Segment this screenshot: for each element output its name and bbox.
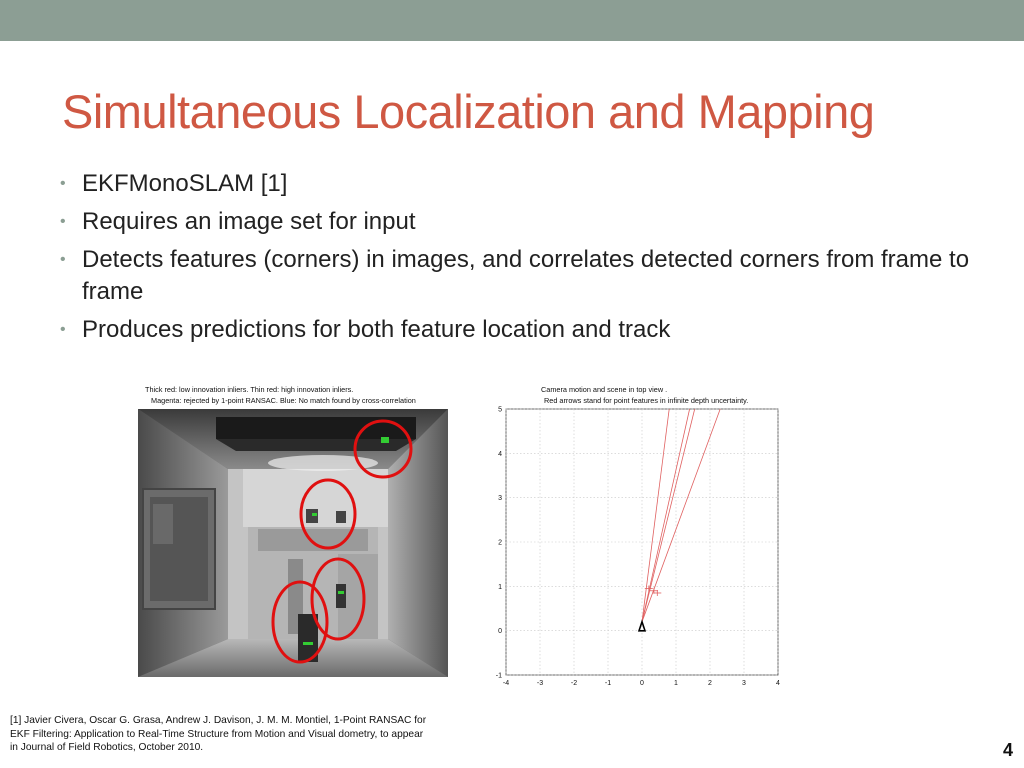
- y-tick-label: 0: [498, 628, 502, 635]
- bullet-list: • EKFMonoSLAM [1] • Requires an image set …: [60, 168, 980, 352]
- bullet-icon: •: [60, 251, 66, 268]
- top-view-plot: -4 -3 -2 -1 0 1 2 3 4 -1 0 1 2 3 4 5: [496, 407, 780, 688]
- bullet-icon: •: [60, 213, 66, 230]
- page-number: 4: [1002, 740, 1013, 760]
- y-tick-label: -1: [496, 673, 502, 680]
- x-tick-label: 3: [742, 680, 746, 687]
- x-tick-label: 2: [708, 680, 712, 687]
- x-tick-label: -1: [605, 680, 611, 687]
- bullet-text: Requires an image set for input: [82, 208, 416, 235]
- bullet-item: • Produces predictions for both feature l…: [60, 314, 980, 346]
- corridor-photo: [138, 409, 448, 677]
- top-view-caption: Camera motion and scene in top view . Re…: [541, 384, 748, 406]
- y-tick-label: 3: [498, 495, 502, 502]
- caption-line: Camera motion and scene in top view .: [541, 385, 668, 394]
- x-tick-label: -3: [537, 680, 543, 687]
- caption-line: Red arrows stand for point features in i…: [544, 396, 749, 405]
- footnote-citation: [1] Javier Civera, Oscar G. Grasa, Andre…: [10, 715, 427, 753]
- x-tick-label: 0: [640, 680, 644, 687]
- header-bar: [0, 0, 1024, 41]
- y-tick-label: 2: [498, 540, 502, 547]
- x-tick-label: 4: [776, 680, 780, 687]
- bullet-item: • Detects features (corners) in images, a…: [60, 244, 980, 308]
- slide-title: Simultaneous Localization and Mapping: [62, 85, 875, 138]
- y-tick-label: 1: [498, 584, 502, 591]
- caption-line: Thick red: low innovation inliers. Thin …: [145, 385, 354, 394]
- figure-panel: Thick red: low innovation inliers. Thin …: [103, 372, 828, 708]
- y-tick-label: 4: [498, 451, 502, 458]
- x-tick-label: -4: [503, 680, 509, 687]
- bullet-icon: •: [60, 175, 66, 192]
- camera-frame-caption: Thick red: low innovation inliers. Thin …: [145, 384, 416, 406]
- bullet-icon: •: [60, 321, 66, 338]
- bullet-item: • Requires an image set for input: [60, 206, 980, 238]
- x-tick-label: 1: [674, 680, 678, 687]
- y-tick-label: 5: [498, 407, 502, 414]
- top-view-figure: -4 -3 -2 -1 0 1 2 3 4 -1 0 1 2 3 4 5 Camera motion and …: [488, 372, 828, 708]
- caption-line: Magenta: rejected by 1-point RANSAC. Blu…: [151, 396, 416, 405]
- x-tick-label: -2: [571, 680, 577, 687]
- bullet-text: EKFMonoSLAM [1]: [82, 170, 288, 197]
- bullet-item: • EKFMonoSLAM [1]: [60, 168, 980, 200]
- bullet-text: Detects features (corners) in images, an…: [82, 246, 970, 305]
- bullet-text: Produces predictions for both feature lo…: [82, 316, 671, 343]
- camera-frame-figure: Thick red: low innovation inliers. Thin …: [103, 372, 458, 708]
